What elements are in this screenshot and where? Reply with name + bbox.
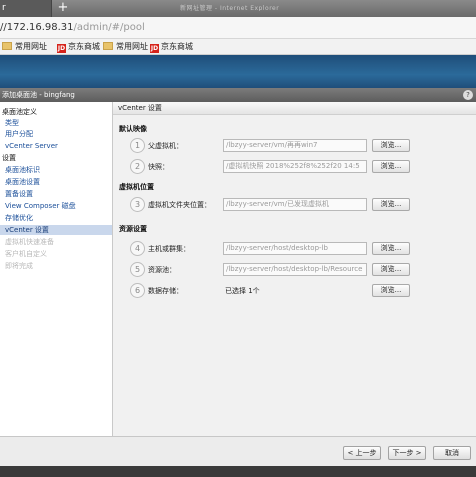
datastore-label: 数据存储： [148, 287, 183, 295]
vm-folder-label: 虚拟机文件夹位置： [148, 201, 211, 209]
bookmark-item[interactable]: 常用网址 [103, 41, 148, 53]
sidebar-section-settings: 设置 [2, 154, 16, 162]
bookmark-label: 常用网址 [116, 42, 148, 51]
step-number: 6 [130, 283, 145, 298]
parent-vm-field[interactable]: /lbzyy-server/vm/再再win7 [223, 139, 367, 152]
jd-icon: JD [150, 44, 159, 53]
resource-pool-label: 资源池： [148, 266, 176, 274]
host-cluster-browse-button[interactable]: 浏览... [372, 242, 410, 255]
bookmark-label: 常用网址 [15, 42, 47, 51]
url-path: /admin/#/pool [73, 22, 145, 33]
host-cluster-field[interactable]: /lbzyy-server/host/desktop-lb [223, 242, 367, 255]
bookmark-item[interactable]: JD 京东商城 [150, 41, 193, 53]
bookmark-label: 京东商城 [161, 42, 193, 51]
wizard-footer: < 上一步 下一步 > 取消 [0, 436, 476, 466]
browser-tab[interactable]: r [0, 0, 52, 17]
back-button[interactable]: < 上一步 [343, 446, 381, 460]
url-prefix: //172.16.98.31 [0, 22, 74, 33]
sidebar-item-composer-disks[interactable]: View Composer 磁盘 [5, 201, 76, 211]
section-default-image: 默认映像 [119, 125, 147, 133]
new-tab-button[interactable]: + [55, 1, 71, 16]
taskbar [0, 466, 476, 477]
sidebar-item-user-assignment[interactable]: 用户分配 [5, 129, 33, 139]
cancel-button[interactable]: 取消 [433, 446, 471, 460]
sidebar-item-vcenter-server[interactable]: vCenter Server [5, 141, 58, 151]
address-bar[interactable]: //172.16.98.31/admin/#/pool [0, 17, 476, 39]
sidebar-item-type[interactable]: 类型 [5, 118, 19, 128]
bookmark-item[interactable]: JD 京东商城 [57, 41, 100, 53]
host-cluster-label: 主机或群集： [148, 245, 190, 253]
page-title: vCenter 设置 [113, 102, 476, 115]
datastore-value: 已选择 1个 [225, 287, 260, 295]
wizard-content: vCenter 设置 默认映像 1 父虚拟机： /lbzyy-server/vm… [113, 102, 476, 436]
snapshot-label: 快照： [148, 163, 169, 171]
sidebar-item-provisioning[interactable]: 置备设置 [5, 189, 33, 199]
next-button[interactable]: 下一步 > [388, 446, 426, 460]
sidebar-item-vcenter-settings[interactable]: vCenter 设置 [0, 225, 112, 235]
bookmark-label: 京东商城 [68, 42, 100, 51]
step-number: 5 [130, 262, 145, 277]
wizard-sidebar: 桌面池定义 类型 用户分配 vCenter Server 设置 桌面池标识 桌面… [0, 102, 113, 436]
sidebar-item-pool-id[interactable]: 桌面池标识 [5, 165, 40, 175]
vm-folder-field[interactable]: /lbzyy-server/vm/已发现虚拟机 [223, 198, 367, 211]
datastore-browse-button[interactable]: 浏览... [372, 284, 410, 297]
step-number: 4 [130, 241, 145, 256]
resource-pool-field[interactable]: /lbzyy-server/host/desktop-lb/Resource [223, 263, 367, 276]
resource-pool-browse-button[interactable]: 浏览... [372, 263, 410, 276]
browser-titlebar: r + 新网址管理 - Internet Explorer [0, 0, 476, 17]
jd-icon: JD [57, 44, 66, 53]
section-resource-settings: 资源设置 [119, 225, 147, 233]
sidebar-item-storage-optimization[interactable]: 存储优化 [5, 213, 33, 223]
bookmark-item[interactable]: 常用网址 [2, 41, 47, 53]
parent-vm-browse-button[interactable]: 浏览... [372, 139, 410, 152]
sidebar-item-ready-to-complete: 即将完成 [5, 262, 33, 270]
parent-vm-label: 父虚拟机： [148, 142, 183, 150]
url-field[interactable]: //172.16.98.31/admin/#/pool [0, 21, 145, 35]
step-number: 1 [130, 138, 145, 153]
folder-icon [103, 42, 113, 50]
sidebar-item-guest-customization: 客户机自定义 [5, 250, 47, 258]
section-vm-location: 虚拟机位置 [119, 183, 154, 191]
window-title: 新网址管理 - Internet Explorer [180, 5, 280, 11]
bookmarks-bar: 常用网址 JD 京东商城 常用网址 JD 京东商城 [0, 39, 476, 55]
step-number: 3 [130, 197, 145, 212]
sidebar-item-quickprep: 虚拟机快速准备 [5, 238, 54, 246]
dialog-title: 添加桌面池 - bingfang [2, 91, 75, 99]
dialog-title-bar: 添加桌面池 - bingfang ? [0, 88, 476, 102]
folder-icon [2, 42, 12, 50]
vm-folder-browse-button[interactable]: 浏览... [372, 198, 410, 211]
step-number: 2 [130, 159, 145, 174]
app-banner [0, 55, 476, 88]
sidebar-section-pool-definition: 桌面池定义 [2, 108, 37, 116]
snapshot-field[interactable]: /虚拟机快照 2018%252f8%252f20 14:5 [223, 160, 367, 173]
snapshot-browse-button[interactable]: 浏览... [372, 160, 410, 173]
sidebar-item-pool-settings[interactable]: 桌面池设置 [5, 177, 40, 187]
help-icon[interactable]: ? [463, 90, 473, 100]
